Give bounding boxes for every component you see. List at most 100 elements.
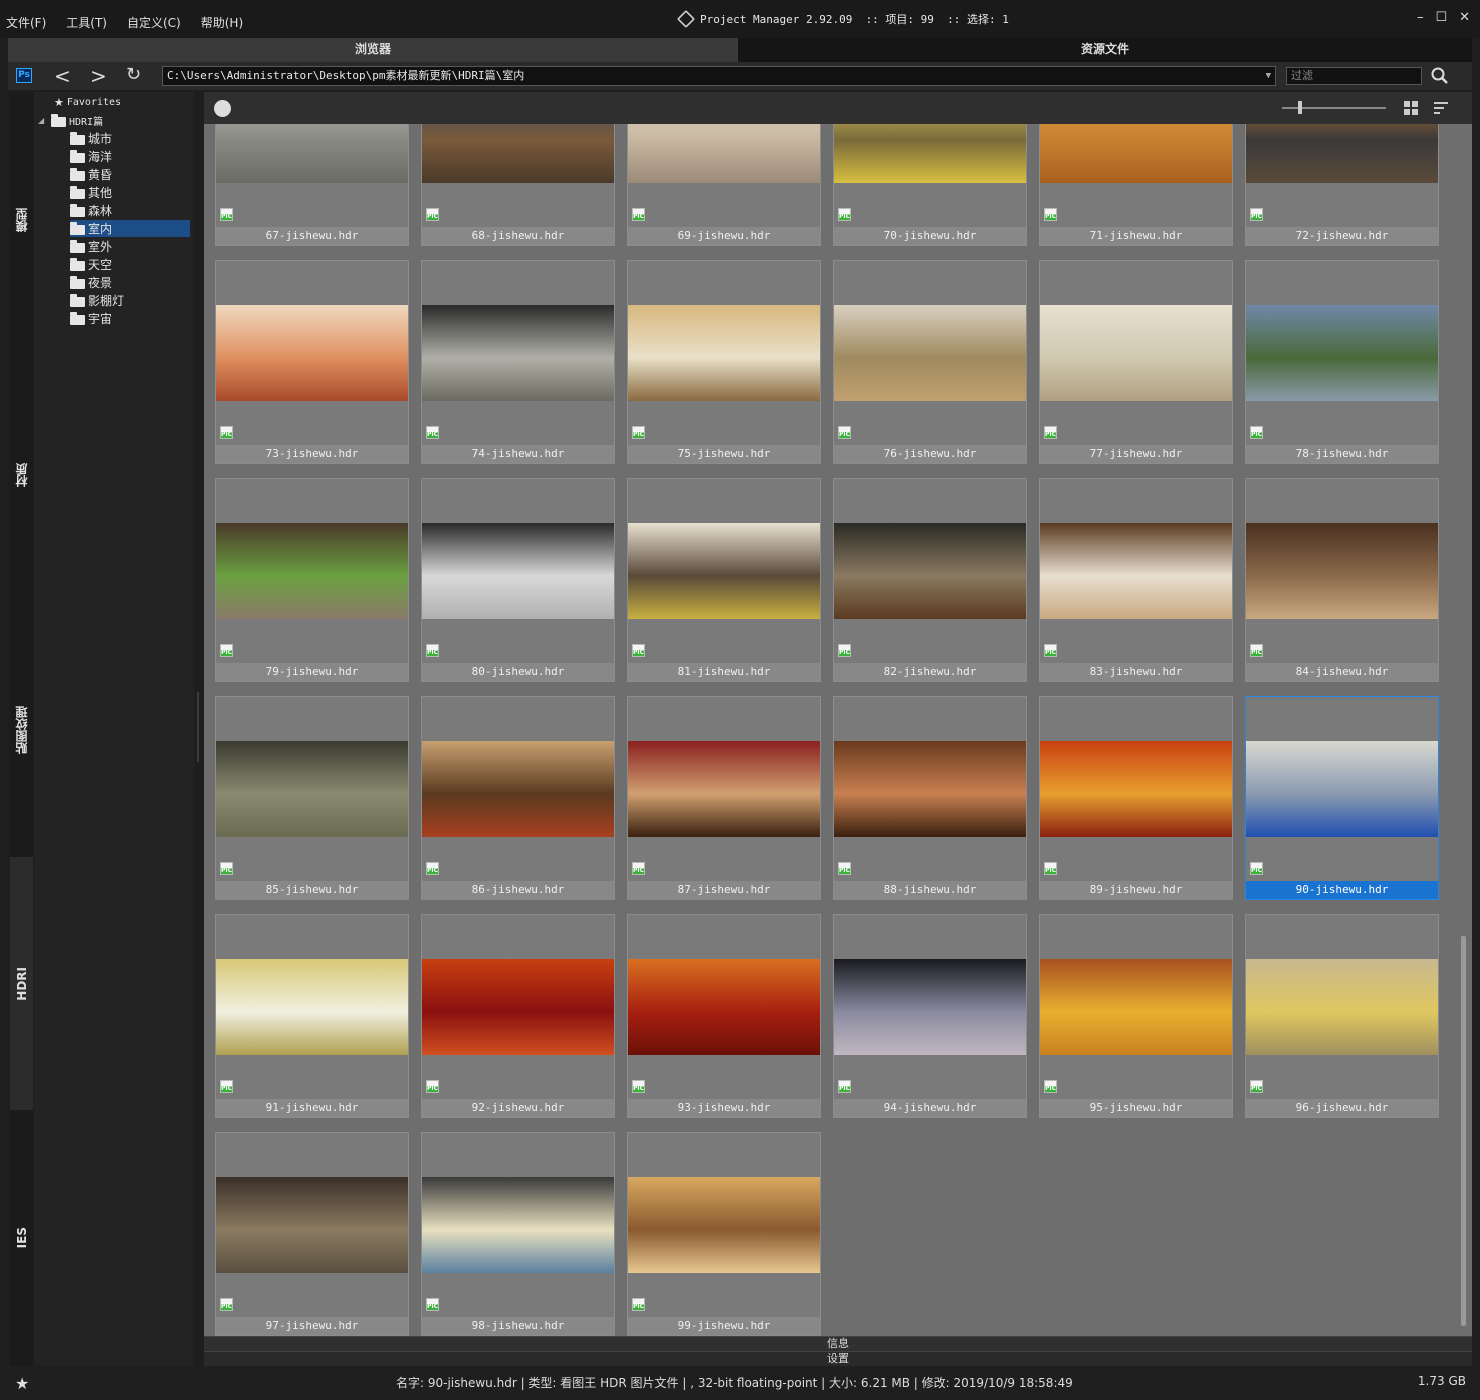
menu-help[interactable]: 帮助(H) (201, 14, 243, 31)
chevron-down-icon[interactable]: ▼ (1266, 67, 1271, 85)
thumbnail-card[interactable]: 87-jishewu.hdr (627, 696, 821, 900)
refresh-add-icon[interactable] (214, 100, 231, 117)
tree-folder[interactable]: 黄昏 (70, 166, 112, 183)
thumbnail-label: 96-jishewu.hdr (1246, 1099, 1438, 1117)
menu-tools[interactable]: 工具(T) (66, 14, 107, 31)
tree-favorites[interactable]: ★ Favorites (54, 94, 121, 111)
thumbnail-label: 69-jishewu.hdr (628, 227, 820, 245)
thumbnail-card[interactable]: 72-jishewu.hdr (1245, 124, 1439, 246)
hdr-preview-image (834, 959, 1026, 1055)
thumbnail-card[interactable]: 97-jishewu.hdr (215, 1132, 409, 1336)
thumbnail-card[interactable]: 81-jishewu.hdr (627, 478, 821, 682)
thumbnail-card[interactable]: 98-jishewu.hdr (421, 1132, 615, 1336)
menu-customize[interactable]: 自定义(C) (127, 14, 181, 31)
tree-folder[interactable]: 夜景 (70, 274, 112, 291)
tree-folder[interactable]: 影棚灯 (70, 292, 124, 309)
menu-file[interactable]: 文件(F) (6, 14, 46, 31)
side-tab-materials[interactable]: 材质 (10, 347, 33, 602)
thumbnail-card[interactable]: 93-jishewu.hdr (627, 914, 821, 1118)
settings-panel-header[interactable]: 设置 (204, 1351, 1472, 1366)
pic-file-icon (426, 644, 439, 657)
thumbnail-card[interactable]: 96-jishewu.hdr (1245, 914, 1439, 1118)
tree-folder[interactable]: 室外 (70, 238, 112, 255)
thumbnail-card[interactable]: 76-jishewu.hdr (833, 260, 1027, 464)
tree-folder[interactable]: 其他 (70, 184, 112, 201)
thumbnail-card[interactable]: 94-jishewu.hdr (833, 914, 1027, 1118)
expand-icon[interactable]: ◢ (38, 116, 48, 125)
pic-file-icon (426, 208, 439, 221)
thumbnail-card[interactable]: 79-jishewu.hdr (215, 478, 409, 682)
thumbnail-card[interactable]: 70-jishewu.hdr (833, 124, 1027, 246)
thumbnail-card[interactable]: 71-jishewu.hdr (1039, 124, 1233, 246)
thumbnail-card[interactable]: 82-jishewu.hdr (833, 478, 1027, 682)
thumbnail-card[interactable]: 99-jishewu.hdr (627, 1132, 821, 1336)
minimize-icon[interactable]: – (1417, 10, 1424, 25)
thumbnail-card[interactable]: 88-jishewu.hdr (833, 696, 1027, 900)
tree-folder[interactable]: 森林 (70, 202, 112, 219)
tree-root[interactable]: ◢ HDRI篇 (38, 112, 103, 129)
filter-input[interactable]: 过滤 (1286, 67, 1422, 85)
scrollbar-thumb[interactable] (1461, 936, 1466, 1326)
grid-view-icon[interactable] (1404, 101, 1418, 115)
folder-icon (70, 185, 85, 199)
thumbnail-card[interactable]: 92-jishewu.hdr (421, 914, 615, 1118)
thumbnail-card[interactable]: 91-jishewu.hdr (215, 914, 409, 1118)
close-icon[interactable]: ✕ (1459, 10, 1470, 25)
photoshop-icon[interactable]: Ps (16, 68, 32, 83)
thumbnail-card[interactable]: 75-jishewu.hdr (627, 260, 821, 464)
thumbnail-card[interactable]: 83-jishewu.hdr (1039, 478, 1233, 682)
forward-icon[interactable]: > (90, 64, 107, 88)
folder-icon (70, 275, 85, 289)
reload-icon[interactable]: ↻ (126, 64, 141, 85)
tree-folder[interactable]: 宇宙 (70, 310, 112, 327)
star-icon[interactable]: ★ (15, 1374, 29, 1393)
thumbnail-card[interactable]: 89-jishewu.hdr (1039, 696, 1233, 900)
side-tab-strip: 模型 材质 贴图纹理 HDRI IES (10, 92, 33, 1366)
thumbnail-card[interactable]: 80-jishewu.hdr (421, 478, 615, 682)
thumbnail-card[interactable]: 86-jishewu.hdr (421, 696, 615, 900)
thumbnail-label: 83-jishewu.hdr (1040, 663, 1232, 681)
hdr-preview-image (834, 305, 1026, 401)
tree-folder[interactable]: 城市 (70, 130, 112, 147)
search-icon[interactable] (1430, 66, 1450, 86)
side-tab-textures[interactable]: 贴图纹理 (10, 602, 33, 857)
splitter-grip[interactable] (197, 692, 199, 762)
thumbnail-label: 95-jishewu.hdr (1040, 1099, 1232, 1117)
pic-file-icon (1044, 644, 1057, 657)
hdr-preview-image (422, 959, 614, 1055)
side-tab-models[interactable]: 模型 (10, 92, 33, 347)
thumbnail-card[interactable]: 77-jishewu.hdr (1039, 260, 1233, 464)
thumbnail-card[interactable]: 69-jishewu.hdr (627, 124, 821, 246)
thumbnail-card[interactable]: 67-jishewu.hdr (215, 124, 409, 246)
tab-assets[interactable]: 资源文件 (738, 38, 1472, 62)
slider-handle[interactable] (1298, 101, 1302, 114)
info-panel-header[interactable]: 信息 (204, 1336, 1472, 1351)
thumbnail-card[interactable]: 73-jishewu.hdr (215, 260, 409, 464)
back-icon[interactable]: < (54, 64, 71, 88)
path-input[interactable]: C:\Users\Administrator\Desktop\pm素材最新更新\… (162, 66, 1276, 86)
pic-file-icon (426, 1298, 439, 1311)
thumbnail-card[interactable]: 74-jishewu.hdr (421, 260, 615, 464)
thumbnail-card[interactable]: 95-jishewu.hdr (1039, 914, 1233, 1118)
tab-browser[interactable]: 浏览器 (8, 38, 738, 62)
hdr-preview-image (422, 305, 614, 401)
tree-folder[interactable]: 室内 (70, 220, 190, 237)
side-tab-ies[interactable]: IES (10, 1110, 33, 1366)
side-tab-hdri[interactable]: HDRI (10, 857, 33, 1110)
thumbnail-label: 87-jishewu.hdr (628, 881, 820, 899)
thumbnail-card[interactable]: 78-jishewu.hdr (1245, 260, 1439, 464)
thumbnail-card[interactable]: 85-jishewu.hdr (215, 696, 409, 900)
pic-file-icon (632, 644, 645, 657)
grid-scrollbar[interactable] (1454, 124, 1472, 1336)
thumbnail-card[interactable]: 84-jishewu.hdr (1245, 478, 1439, 682)
thumbnail-label: 98-jishewu.hdr (422, 1317, 614, 1335)
thumbnail-card[interactable]: 90-jishewu.hdr (1245, 696, 1439, 900)
thumbnail-label: 82-jishewu.hdr (834, 663, 1026, 681)
panel-splitter[interactable] (194, 92, 204, 1366)
maximize-icon[interactable]: ☐ (1435, 10, 1447, 25)
tree-folder[interactable]: 海洋 (70, 148, 112, 165)
tree-folder[interactable]: 天空 (70, 256, 112, 273)
thumbnail-card[interactable]: 68-jishewu.hdr (421, 124, 615, 246)
tree-folder-label: 影棚灯 (88, 294, 125, 308)
sort-icon[interactable] (1434, 101, 1450, 115)
